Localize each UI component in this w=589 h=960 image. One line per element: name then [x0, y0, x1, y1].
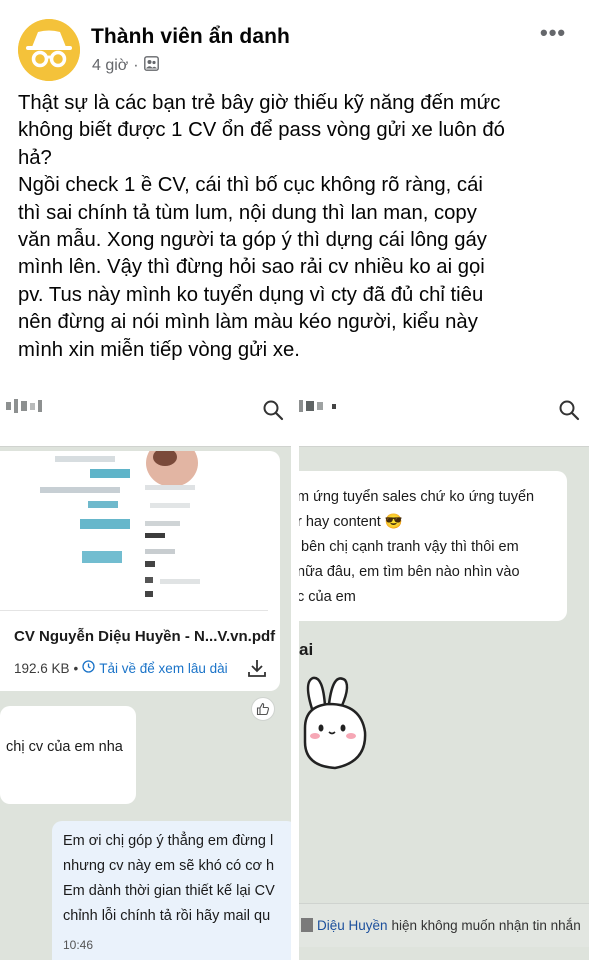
download-icon[interactable]: [245, 656, 269, 680]
chat-screenshot-right: m ứng tuyển sales chứ ko ứng tuyển r hay…: [299, 367, 589, 960]
cv-preview-blurred[interactable]: [0, 451, 268, 611]
chat-header: [299, 367, 589, 447]
meta-separator: ·: [133, 57, 139, 74]
blurred-contact-name: [6, 399, 42, 413]
save-permanently-link[interactable]: Tải về để xem lâu dài: [99, 661, 227, 676]
post-header: Thành viên ẩn danh 4 giờ · •••: [0, 0, 589, 81]
friends-only-icon[interactable]: [143, 56, 159, 76]
chat-header: [0, 367, 291, 447]
screenshot-divider: [291, 367, 299, 960]
blurred-contact-name: [299, 399, 336, 413]
clock-icon: [82, 660, 95, 676]
notice-text: hiện không muốn nhận tin nhắn: [391, 918, 581, 933]
incoming-message[interactable]: m ứng tuyển sales chứ ko ứng tuyển r hay…: [299, 471, 567, 621]
bunny-sticker[interactable]: [299, 672, 379, 772]
post-text: Thật sự là các bạn trẻ bây giờ thiếu kỹ …: [18, 92, 505, 361]
post-time[interactable]: 4 giờ: [92, 57, 128, 75]
file-name[interactable]: CV Nguyễn Diệu Huyền - N...V.vn.pdf: [14, 628, 275, 645]
notice-contact-name[interactable]: Diệu Huyền: [317, 918, 388, 933]
thumbs-up-icon[interactable]: [251, 697, 275, 721]
file-message-card[interactable]: [0, 451, 280, 691]
message-time: 10:46: [63, 938, 94, 952]
search-icon[interactable]: [262, 399, 284, 421]
blocked-notice: Diệu Huyền hiện không muốn nhận tin nhắn: [299, 903, 589, 947]
file-meta-separator: •: [73, 660, 79, 676]
file-meta: 192.6 KB • Tải về để xem lâu dài: [14, 660, 228, 676]
incoming-message[interactable]: chị cv của em nha: [0, 706, 136, 804]
search-icon[interactable]: [558, 399, 580, 421]
incoming-message-fragment: ai: [299, 640, 314, 659]
post-author[interactable]: Thành viên ẩn danh: [91, 25, 290, 49]
attached-screenshots[interactable]: CV Nguyễn Diệu Huyền - N...V.vn.pdf 192.…: [0, 367, 589, 960]
chat-screenshot-left: CV Nguyễn Diệu Huyền - N...V.vn.pdf 192.…: [0, 367, 291, 960]
more-options-icon[interactable]: •••: [540, 20, 566, 46]
incognito-icon[interactable]: [18, 19, 80, 81]
notice-icon: [301, 918, 313, 932]
file-size: 192.6 KB: [14, 660, 70, 676]
post-meta: 4 giờ ·: [92, 56, 159, 76]
